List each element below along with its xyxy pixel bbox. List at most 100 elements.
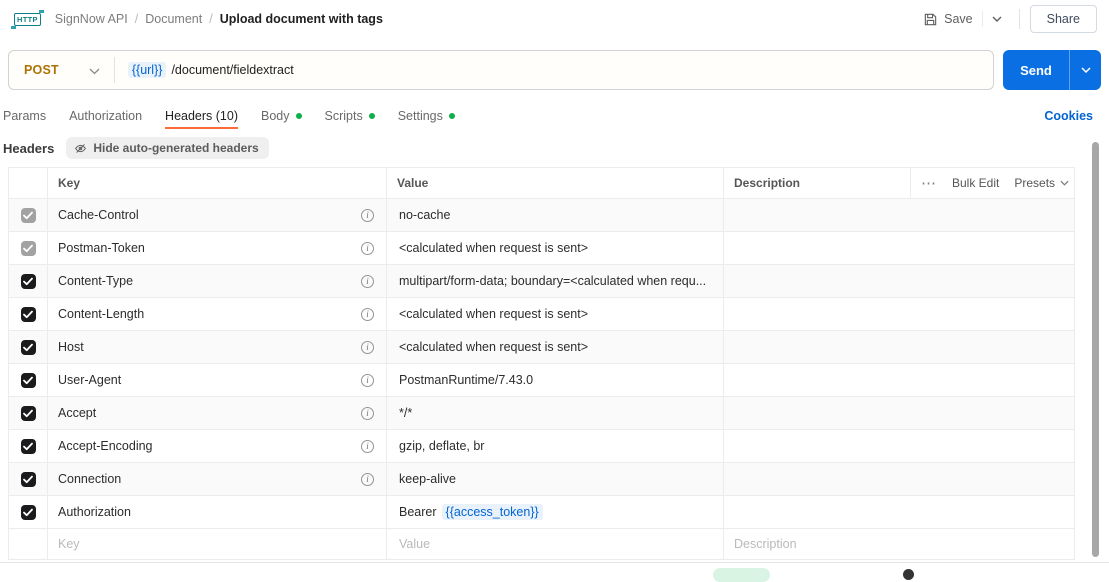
save-options-button[interactable] [981, 11, 1011, 27]
column-header-value: Value [387, 168, 724, 198]
value-cell: Value [387, 529, 724, 559]
value-input[interactable]: Value [399, 537, 430, 551]
header-row-checkbox[interactable] [20, 471, 36, 487]
header-row-checkbox[interactable] [20, 207, 36, 223]
header-key[interactable]: User-Agent [58, 373, 121, 387]
key-cell: Host i [48, 331, 387, 363]
description-cell[interactable] [724, 463, 1076, 495]
header-row-checkbox[interactable] [20, 339, 36, 355]
url-input[interactable]: {{url}} /document/fieldextract [127, 62, 294, 78]
header-value[interactable]: Bearer [399, 505, 437, 519]
header-value[interactable]: <calculated when request is sent> [399, 241, 588, 255]
header-row: Authorization Bearer {{access_token}} [9, 495, 1074, 528]
description-cell[interactable] [724, 430, 1076, 462]
header-row: Content-Type i multipart/form-data; bounda… [9, 264, 1074, 297]
chevron-down-icon [89, 68, 100, 74]
breadcrumb-item[interactable]: Upload document with tags [220, 12, 383, 26]
header-key[interactable]: Content-Length [58, 307, 144, 321]
tab-settings[interactable]: Settings [398, 102, 455, 129]
info-icon[interactable]: i [361, 208, 374, 222]
header-key[interactable]: Accept-Encoding [58, 439, 153, 453]
header-row-checkbox[interactable] [20, 372, 36, 388]
hide-auto-generated-headers-button[interactable]: Hide auto-generated headers [66, 137, 269, 159]
bulk-edit-button[interactable]: Bulk Edit [952, 176, 999, 190]
save-button[interactable]: Save [914, 7, 982, 32]
info-icon[interactable]: i [361, 406, 374, 420]
description-cell: Description [724, 529, 1076, 559]
url-path[interactable]: /document/fieldextract [171, 63, 293, 77]
method-selector[interactable]: POST [9, 63, 59, 77]
header-row-checkbox[interactable] [20, 306, 36, 322]
header-value[interactable]: <calculated when request is sent> [399, 307, 588, 321]
header-row-checkbox[interactable] [20, 273, 36, 289]
description-input[interactable]: Description [734, 537, 797, 551]
description-cell[interactable] [724, 199, 1076, 231]
breadcrumb: SignNow API / Document / Upload document wit… [55, 12, 383, 26]
info-icon[interactable]: i [361, 373, 374, 387]
check-icon [23, 442, 33, 450]
info-icon[interactable]: i [361, 439, 374, 453]
header-row: Accept i */* [9, 396, 1074, 429]
header-key[interactable]: Host [58, 340, 84, 354]
breadcrumb-item[interactable]: Document [145, 12, 202, 26]
header-value[interactable]: multipart/form-data; boundary=<calculate… [399, 274, 706, 288]
info-icon[interactable]: i [361, 241, 374, 255]
header-row-checkbox[interactable] [20, 240, 36, 256]
info-icon[interactable]: i [361, 472, 374, 486]
header-row: Connection i keep-alive [9, 462, 1074, 495]
tab-authorization[interactable]: Authorization [69, 102, 142, 129]
description-cell[interactable] [724, 265, 1076, 297]
tab-headers[interactable]: Headers (10) [165, 102, 238, 129]
share-button[interactable]: Share [1029, 5, 1097, 33]
tab-params[interactable]: Params [3, 102, 46, 129]
checkbox-cell [9, 463, 48, 495]
description-cell[interactable] [724, 397, 1076, 429]
hide-auto-generated-headers-label: Hide auto-generated headers [93, 141, 259, 155]
presets-dropdown[interactable]: Presets [1014, 176, 1069, 190]
header-value[interactable]: PostmanRuntime/7.43.0 [399, 373, 533, 387]
header-row-checkbox[interactable] [20, 438, 36, 454]
value-cell: PostmanRuntime/7.43.0 [387, 364, 724, 396]
description-cell[interactable] [724, 364, 1076, 396]
cookies-link[interactable]: Cookies [1044, 109, 1093, 123]
method-dropdown-button[interactable] [89, 68, 100, 75]
header-value[interactable]: <calculated when request is sent> [399, 340, 588, 354]
column-header-description: Description [724, 168, 911, 198]
url-variable[interactable]: {{url}} [127, 62, 167, 78]
value-variable[interactable]: {{access_token}} [441, 504, 543, 520]
info-icon[interactable]: i [361, 274, 374, 288]
description-cell[interactable] [724, 298, 1076, 330]
checkbox-cell [9, 397, 48, 429]
header-row: Host i <calculated when request is sent> [9, 330, 1074, 363]
description-cell[interactable] [724, 232, 1076, 264]
info-icon[interactable]: i [361, 307, 374, 321]
send-button-group: Send [1003, 50, 1101, 90]
description-cell[interactable] [724, 496, 1076, 528]
chevron-down-icon [1080, 67, 1091, 73]
header-row-checkbox[interactable] [20, 504, 36, 520]
select-all-column [9, 168, 48, 198]
breadcrumb-item[interactable]: SignNow API [55, 12, 128, 26]
tab-scripts[interactable]: Scripts [325, 102, 375, 129]
header-key[interactable]: Connection [58, 472, 121, 486]
vertical-scrollbar[interactable] [1092, 142, 1099, 557]
description-cell[interactable] [724, 331, 1076, 363]
check-icon [23, 244, 33, 252]
header-key[interactable]: Content-Type [58, 274, 133, 288]
header-key[interactable]: Accept [58, 406, 96, 420]
send-button[interactable]: Send [1003, 50, 1070, 90]
header-value[interactable]: keep-alive [399, 472, 456, 486]
header-key[interactable]: Cache-Control [58, 208, 139, 222]
send-options-button[interactable] [1070, 50, 1101, 90]
headers-table-header: Key Value Description ⋯ Bulk Edit Preset… [9, 168, 1074, 198]
header-value[interactable]: */* [399, 406, 412, 420]
info-icon[interactable]: i [361, 340, 374, 354]
more-actions-icon[interactable]: ⋯ [921, 176, 937, 191]
tab-body[interactable]: Body [261, 102, 302, 129]
header-value[interactable]: gzip, deflate, br [399, 439, 484, 453]
header-key[interactable]: Postman-Token [58, 241, 145, 255]
header-value[interactable]: no-cache [399, 208, 450, 222]
header-row-checkbox[interactable] [20, 405, 36, 421]
header-key[interactable]: Authorization [58, 505, 131, 519]
key-input[interactable]: Key [58, 537, 80, 551]
